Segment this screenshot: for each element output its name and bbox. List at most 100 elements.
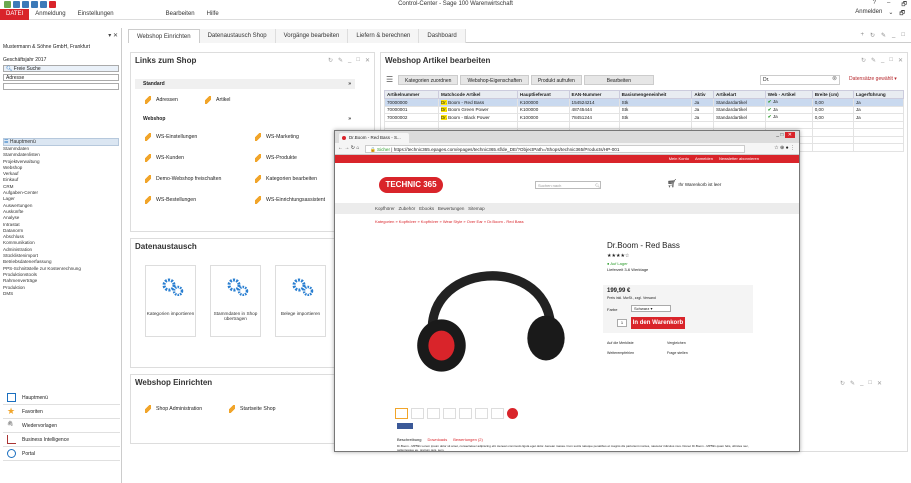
- tab-datenaustausch-shop[interactable]: Datenaustausch Shop: [199, 29, 276, 43]
- wrench-icon[interactable]: ✎: [871, 57, 876, 64]
- minimize-icon[interactable]: _: [881, 57, 884, 64]
- maximize-icon[interactable]: □: [889, 57, 893, 64]
- facebook-share-button[interactable]: [397, 423, 413, 429]
- shop-logo[interactable]: TECHNIC 365: [379, 177, 443, 193]
- link-ws-bestellungen[interactable]: WS-Bestellungen: [145, 196, 196, 204]
- maximize-icon[interactable]: □: [901, 32, 905, 39]
- maximize-icon[interactable]: □: [868, 380, 872, 387]
- nav-sitemap[interactable]: Sitemap: [468, 206, 485, 211]
- chevron-down-icon[interactable]: ⌄: [888, 9, 893, 19]
- tile-belege-importieren[interactable]: Belege importieren: [275, 265, 326, 337]
- close-icon[interactable]: ✕: [365, 57, 370, 64]
- browser-tab[interactable]: Dr.Boom - Red Bass - S...: [339, 133, 409, 143]
- tree-item[interactable]: DMS: [3, 291, 119, 297]
- tab-liefern-berechnen[interactable]: Liefern & berechnen: [348, 29, 420, 43]
- newsletter-link[interactable]: Newsletter abonnieren: [719, 156, 759, 161]
- menu-bearbeiten[interactable]: Bearbeiten: [160, 9, 201, 20]
- tab-webshop-einrichten[interactable]: Webshop Einrichten: [128, 29, 200, 43]
- recommend-link[interactable]: Weiterempfehlen: [607, 351, 667, 355]
- wrench-icon[interactable]: ✎: [850, 380, 855, 387]
- add-to-cart-button[interactable]: In den Warenkorb: [631, 317, 685, 329]
- nav-favoriten[interactable]: ★ Favoriten: [3, 405, 120, 419]
- my-account-link[interactable]: Mein Konto: [669, 156, 689, 161]
- breadcrumb[interactable]: Kategorien » Kopfhörer » Kopfhörer » Wea…: [375, 219, 524, 224]
- login-link[interactable]: Anmelden: [855, 9, 882, 19]
- nav-portal[interactable]: Portal: [3, 447, 120, 461]
- tab-beschreibung[interactable]: Beschreibung: [397, 437, 421, 442]
- article-search-input[interactable]: Dr.: [760, 75, 840, 85]
- records-selected-dropdown[interactable]: Datensätze gewählt ▾: [849, 76, 897, 82]
- nav-kopfhoerer[interactable]: Kopfhörer: [375, 206, 395, 211]
- login-link[interactable]: Anmelden: [695, 156, 713, 161]
- refresh-icon[interactable]: ↻: [861, 57, 866, 64]
- column-header[interactable]: Basismengeneinheit: [618, 90, 693, 99]
- close-icon[interactable]: ✕: [877, 380, 882, 387]
- free-search-toggle[interactable]: 🔍︎ Freie Suche: [3, 65, 119, 72]
- compare-link[interactable]: Vergleichen: [667, 341, 727, 345]
- tile-kategorien-importieren[interactable]: Kategorien importieren: [145, 265, 196, 337]
- wrench-icon[interactable]: ✎: [881, 32, 886, 39]
- nav-business-intelligence[interactable]: Business Intelligence: [3, 433, 120, 447]
- nav-wiedervorlagen[interactable]: 🖇 Wiedervorlagen: [3, 419, 120, 433]
- wrench-icon[interactable]: ✎: [338, 57, 343, 64]
- shop-search-input[interactable]: Suchen nach 🔍︎: [535, 181, 601, 189]
- table-row[interactable]: 70000000 Dr. Boom - Red Bass K100000 154524…: [384, 98, 905, 107]
- tab-downloads[interactable]: Downloads: [427, 437, 447, 442]
- ask-question-link[interactable]: Frage stellen: [667, 351, 727, 355]
- minimize-icon[interactable]: _: [892, 32, 895, 39]
- column-header[interactable]: EAN-Nummer: [568, 90, 620, 99]
- tab-dashboard[interactable]: Dashboard: [419, 29, 466, 43]
- webshop-eigenschaften-button[interactable]: Webshop-Eigenschaften: [460, 75, 529, 85]
- clear-search-icon[interactable]: ⊗: [832, 75, 837, 82]
- link-kategorien-bearbeiten[interactable]: Kategorien bearbeiten: [255, 175, 317, 183]
- link-shop-administration[interactable]: Shop Administration: [145, 405, 202, 413]
- link-ws-einstellungen[interactable]: WS-Einstellungen: [145, 133, 197, 141]
- tab-vorgaenge-bearbeiten[interactable]: Vorgänge bearbeiten: [275, 29, 349, 43]
- table-row[interactable]: 70000002 Dr. Boom - Black Power K100000 784…: [384, 113, 905, 122]
- link-ws-kunden[interactable]: WS-Kunden: [145, 154, 184, 162]
- column-header[interactable]: Matchcode Artikel: [437, 90, 518, 99]
- tree-header-hauptmenu[interactable]: ☰ Hauptmenü: [3, 138, 119, 146]
- cart[interactable]: 🛒︎ Ihr Warenkorb ist leer: [667, 179, 721, 188]
- link-demo-webshop[interactable]: Demo-Webshop freischalten: [145, 175, 221, 183]
- window-controls[interactable]: _ □ ✕: [776, 132, 795, 138]
- refresh-icon[interactable]: ↻: [840, 380, 845, 387]
- column-header[interactable]: Artikelart: [713, 90, 766, 99]
- section-standard[interactable]: Standard»: [135, 79, 355, 89]
- kategorien-zuordnen-button[interactable]: Kategorien zuordnen: [398, 75, 459, 85]
- column-header[interactable]: Web - Artikel: [764, 90, 813, 99]
- maximize-icon[interactable]: □: [356, 57, 360, 64]
- column-header[interactable]: Hauptlieferant: [516, 90, 570, 99]
- rating-stars[interactable]: ★★★★☆: [607, 253, 629, 259]
- close-pane-icon[interactable]: ▾ ✕: [108, 32, 118, 39]
- color-select[interactable]: Schwarz ▾: [631, 305, 671, 312]
- nav-hauptmenu[interactable]: Hauptmenü: [3, 391, 120, 405]
- headphones-image[interactable]: [395, 241, 585, 381]
- file-menu[interactable]: DATEI: [0, 8, 30, 20]
- search-input[interactable]: [3, 83, 119, 90]
- section-webshop[interactable]: Webshop»: [135, 114, 355, 124]
- column-header[interactable]: Breite (cm): [811, 90, 854, 99]
- address-bar[interactable]: 🔒 Sicher | https://technic365.epages.com…: [365, 145, 745, 153]
- minimize-icon[interactable]: _: [860, 380, 863, 387]
- quantity-input[interactable]: 1: [617, 319, 627, 327]
- menu-hilfe[interactable]: Hilfe: [201, 9, 225, 20]
- refresh-icon[interactable]: ↻: [870, 32, 875, 39]
- collapse-icon[interactable]: »: [348, 114, 355, 124]
- wishlist-link[interactable]: Auf die Merkliste: [607, 341, 667, 345]
- link-ws-marketing[interactable]: WS-Marketing: [255, 133, 299, 141]
- link-startseite-shop[interactable]: Startseite Shop: [229, 405, 275, 413]
- browser-extension-icons[interactable]: ☆ ⊕ ● ⋮: [774, 145, 795, 151]
- produkt-aufrufen-button[interactable]: Produkt aufrufen: [530, 75, 582, 85]
- minimize-icon[interactable]: _: [348, 57, 351, 64]
- close-icon[interactable]: ✕: [898, 57, 903, 64]
- link-ws-einrichtungsassistent[interactable]: WS-Einrichtungsassistent: [255, 196, 325, 204]
- refresh-icon[interactable]: ↻: [328, 57, 333, 64]
- add-icon[interactable]: +: [860, 32, 864, 39]
- link-ws-produkte[interactable]: WS-Produkte: [255, 154, 297, 162]
- tile-stammdaten-uebertragen[interactable]: Stammdaten in Shop übertragen: [210, 265, 261, 337]
- table-row[interactable]: [384, 120, 905, 129]
- nav-buttons[interactable]: ← → ↻ ⌂: [338, 145, 359, 151]
- link-artikel[interactable]: Artikel: [205, 96, 230, 104]
- nav-zubehoer[interactable]: Zubehör: [399, 206, 416, 211]
